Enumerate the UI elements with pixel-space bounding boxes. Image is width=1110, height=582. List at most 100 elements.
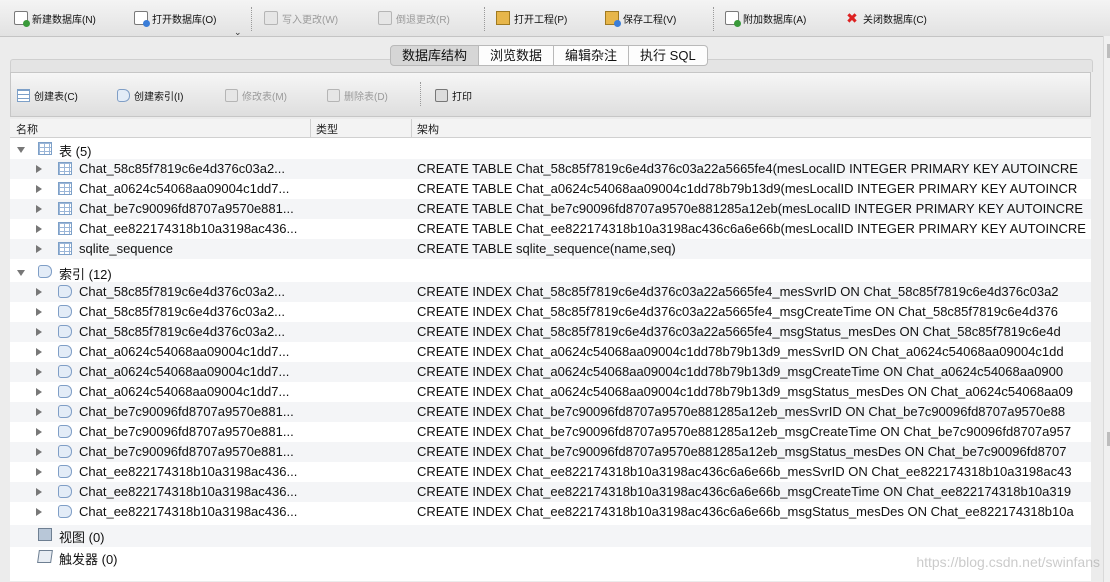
disclosure-triangle-icon[interactable] bbox=[36, 328, 42, 336]
print-button[interactable]: 打印 bbox=[435, 88, 472, 103]
table-row-schema: CREATE TABLE sqlite_sequence(name,seq) bbox=[417, 241, 676, 256]
table-row-schema: CREATE TABLE Chat_be7c90096fd8707a9570e8… bbox=[417, 201, 1084, 216]
index-row[interactable]: Chat_a0624c54068aa09004c1dd7... CREATE IN… bbox=[10, 362, 1091, 382]
disclosure-triangle-icon[interactable] bbox=[36, 185, 42, 193]
disclosure-triangle-icon[interactable] bbox=[36, 308, 42, 316]
index-row-schema: CREATE INDEX Chat_58c85f7819c6e4d376c03a… bbox=[417, 304, 1059, 319]
index-row-schema: CREATE INDEX Chat_a0624c54068aa09004c1dd… bbox=[417, 344, 1064, 359]
print-label: 打印 bbox=[452, 92, 472, 103]
disclosure-triangle-icon[interactable] bbox=[17, 147, 25, 153]
disclosure-triangle-icon[interactable] bbox=[36, 348, 42, 356]
table-row[interactable]: Chat_be7c90096fd8707a9570e881... CREATE T… bbox=[10, 199, 1091, 219]
index-icon bbox=[58, 485, 72, 498]
index-icon bbox=[58, 405, 72, 418]
tree-group-views[interactable]: 视图 (0) bbox=[10, 525, 1091, 547]
disclosure-triangle-icon[interactable] bbox=[36, 508, 42, 516]
tab-execute-sql[interactable]: 执行 SQL bbox=[629, 45, 708, 66]
modify-table-label: 修改表(M) bbox=[242, 92, 287, 103]
write-changes-button[interactable]: 写入更改(W) bbox=[264, 9, 338, 27]
disclosure-triangle-icon[interactable] bbox=[36, 448, 42, 456]
table-row-schema: CREATE TABLE Chat_ee822174318b10a3198ac4… bbox=[417, 221, 1086, 236]
tree-group-tables[interactable]: 表 (5) bbox=[10, 139, 1091, 159]
toolbar-separator bbox=[251, 7, 253, 31]
table-icon bbox=[58, 182, 72, 195]
index-row[interactable]: Chat_ee822174318b10a3198ac436... CREATE I… bbox=[10, 462, 1091, 482]
open-database-button[interactable]: 打开数据库(O) bbox=[134, 9, 216, 27]
tab-database-structure[interactable]: 数据库结构 bbox=[390, 45, 480, 66]
table-row[interactable]: sqlite_sequence CREATE TABLE sqlite_seque… bbox=[10, 239, 1091, 259]
column-divider[interactable] bbox=[310, 119, 311, 137]
table-row[interactable]: Chat_58c85f7819c6e4d376c03a2... CREATE TA… bbox=[10, 159, 1091, 179]
column-divider[interactable] bbox=[411, 119, 412, 137]
table-row-schema: CREATE TABLE Chat_58c85f7819c6e4d376c03a… bbox=[417, 161, 1078, 176]
delete-table-button[interactable]: 删除表(D) bbox=[327, 88, 388, 103]
new-database-label: 新建数据库(N) bbox=[32, 14, 96, 26]
save-project-button[interactable]: 保存工程(V) bbox=[605, 9, 676, 27]
index-row-schema: CREATE INDEX Chat_a0624c54068aa09004c1dd… bbox=[417, 384, 1073, 399]
new-database-button[interactable]: 新建数据库(N) bbox=[14, 9, 96, 27]
chevron-down-icon[interactable]: ⌄ bbox=[234, 27, 242, 38]
write-changes-label: 写入更改(W) bbox=[282, 14, 339, 26]
open-project-button[interactable]: 打开工程(P) bbox=[496, 9, 567, 27]
new-database-icon bbox=[14, 11, 30, 27]
attach-database-label: 附加数据库(A) bbox=[743, 14, 807, 26]
disclosure-triangle-icon[interactable] bbox=[36, 408, 42, 416]
column-header-schema[interactable]: 架构 bbox=[417, 121, 439, 137]
create-table-icon bbox=[17, 89, 30, 102]
index-row[interactable]: Chat_58c85f7819c6e4d376c03a2... CREATE IN… bbox=[10, 282, 1091, 302]
index-icon bbox=[58, 385, 72, 398]
main-toolbar: 新建数据库(N) 打开数据库(O) ⌄ 写入更改(W) 倒退更改(R) 打开工程… bbox=[0, 0, 1110, 37]
disclosure-triangle-icon[interactable] bbox=[36, 388, 42, 396]
index-row-name: Chat_a0624c54068aa09004c1dd7... bbox=[79, 364, 290, 379]
index-icon bbox=[58, 505, 72, 518]
disclosure-triangle-icon[interactable] bbox=[36, 245, 42, 253]
disclosure-triangle-icon[interactable] bbox=[36, 488, 42, 496]
disclosure-triangle-icon[interactable] bbox=[36, 368, 42, 376]
index-icon bbox=[58, 465, 72, 478]
create-index-label: 创建索引(I) bbox=[134, 92, 184, 103]
index-row[interactable]: Chat_58c85f7819c6e4d376c03a2... CREATE IN… bbox=[10, 322, 1091, 342]
delete-table-icon bbox=[327, 89, 340, 102]
attach-database-button[interactable]: 附加数据库(A) bbox=[725, 9, 806, 27]
trigger-icon bbox=[37, 550, 53, 563]
disclosure-triangle-icon[interactable] bbox=[36, 205, 42, 213]
close-icon: ✖ bbox=[846, 10, 858, 26]
close-database-button[interactable]: ✖ 关闭数据库(C) bbox=[845, 9, 927, 27]
create-table-label: 创建表(C) bbox=[34, 92, 78, 103]
index-row[interactable]: Chat_be7c90096fd8707a9570e881... CREATE I… bbox=[10, 422, 1091, 442]
index-row[interactable]: Chat_ee822174318b10a3198ac436... CREATE I… bbox=[10, 482, 1091, 502]
column-header-name[interactable]: 名称 bbox=[16, 121, 38, 137]
tab-bar: 数据库结构 浏览数据 编辑杂注 执行 SQL bbox=[390, 45, 708, 66]
disclosure-triangle-icon[interactable] bbox=[36, 428, 42, 436]
tab-edit-pragmas[interactable]: 编辑杂注 bbox=[554, 45, 630, 66]
disclosure-triangle-icon[interactable] bbox=[36, 468, 42, 476]
column-header-type[interactable]: 类型 bbox=[316, 121, 338, 137]
index-row[interactable]: Chat_be7c90096fd8707a9570e881... CREATE I… bbox=[10, 402, 1091, 422]
disclosure-triangle-icon[interactable] bbox=[17, 270, 25, 276]
index-row[interactable]: Chat_a0624c54068aa09004c1dd7... CREATE IN… bbox=[10, 342, 1091, 362]
table-row[interactable]: Chat_ee822174318b10a3198ac436... CREATE T… bbox=[10, 219, 1091, 239]
disclosure-triangle-icon[interactable] bbox=[36, 288, 42, 296]
index-row-schema: CREATE INDEX Chat_be7c90096fd8707a9570e8… bbox=[417, 444, 1067, 459]
tab-browse-data[interactable]: 浏览数据 bbox=[479, 45, 555, 66]
index-icon bbox=[58, 285, 72, 298]
index-row[interactable]: Chat_58c85f7819c6e4d376c03a2... CREATE IN… bbox=[10, 302, 1091, 322]
schema-tree[interactable]: 名称 类型 架构 表 (5) Chat_58c85f7819c6e4d376c03… bbox=[10, 119, 1091, 581]
revert-changes-button[interactable]: 倒退更改(R) bbox=[378, 9, 450, 27]
group-label: 索引 (12) bbox=[59, 267, 112, 282]
index-row[interactable]: Chat_a0624c54068aa09004c1dd7... CREATE IN… bbox=[10, 382, 1091, 402]
vertical-scrollbar[interactable] bbox=[1103, 36, 1110, 582]
tree-group-indexes[interactable]: 索引 (12) bbox=[10, 262, 1091, 282]
create-index-button[interactable]: 创建索引(I) bbox=[117, 88, 183, 103]
revert-changes-label: 倒退更改(R) bbox=[396, 14, 450, 26]
index-row-name: Chat_ee822174318b10a3198ac436... bbox=[79, 464, 298, 479]
index-row[interactable]: Chat_be7c90096fd8707a9570e881... CREATE I… bbox=[10, 442, 1091, 462]
tree-header: 名称 类型 架构 bbox=[10, 119, 1091, 138]
table-row-name: Chat_ee822174318b10a3198ac436... bbox=[79, 221, 298, 236]
disclosure-triangle-icon[interactable] bbox=[36, 225, 42, 233]
table-row[interactable]: Chat_a0624c54068aa09004c1dd7... CREATE TA… bbox=[10, 179, 1091, 199]
create-table-button[interactable]: 创建表(C) bbox=[17, 88, 78, 103]
disclosure-triangle-icon[interactable] bbox=[36, 165, 42, 173]
index-row[interactable]: Chat_ee822174318b10a3198ac436... CREATE I… bbox=[10, 502, 1091, 522]
modify-table-button[interactable]: 修改表(M) bbox=[225, 88, 287, 103]
